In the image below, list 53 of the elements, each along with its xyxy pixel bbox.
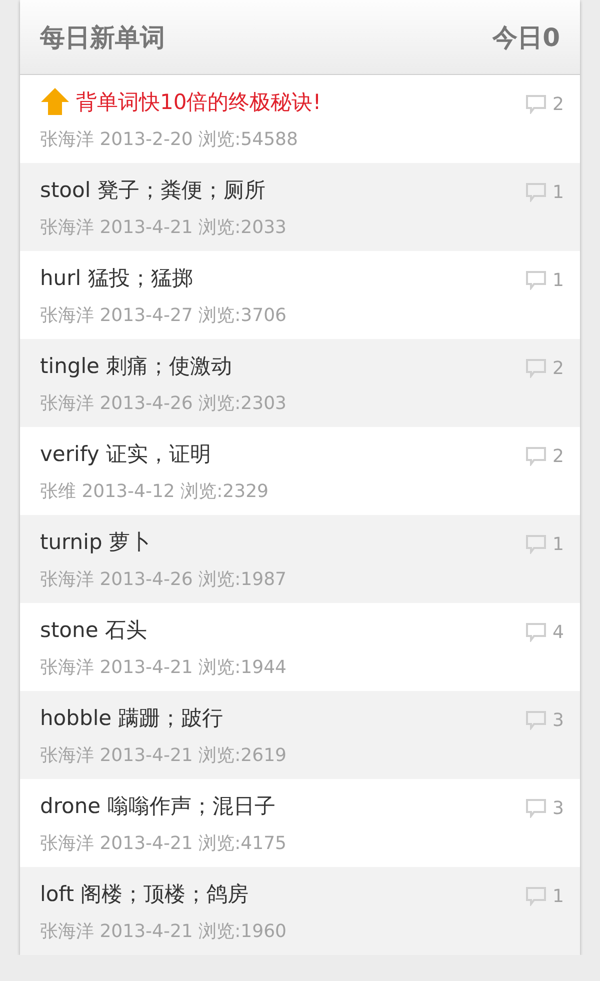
comment-icon bbox=[524, 94, 547, 114]
list-item[interactable]: stone 石头 张海洋 2013-4-21 浏览:1944 4 bbox=[20, 603, 580, 691]
list-item[interactable]: stool 凳子；粪便；厕所 张海洋 2013-4-21 浏览:2033 1 bbox=[20, 163, 580, 251]
post-meta: 张维 2013-4-12 浏览:2329 bbox=[40, 480, 268, 503]
post-title: loft 阁楼；顶楼；鸽房 bbox=[40, 881, 249, 908]
comment-count: 1 bbox=[552, 886, 564, 906]
comment-count: 3 bbox=[552, 710, 564, 730]
list-item[interactable]: loft 阁楼；顶楼；鸽房 张海洋 2013-4-21 浏览:1960 1 bbox=[20, 867, 580, 955]
comment-count: 2 bbox=[552, 446, 564, 466]
post-meta: 张海洋 2013-4-27 浏览:3706 bbox=[40, 304, 286, 327]
post-meta: 张海洋 2013-4-21 浏览:1960 bbox=[40, 920, 286, 943]
post-title: 背单词快10倍的终极秘诀! bbox=[76, 89, 322, 116]
post-meta: 张海洋 2013-2-20 浏览:54588 bbox=[40, 128, 299, 151]
post-meta: 张海洋 2013-4-21 浏览:2619 bbox=[40, 744, 286, 767]
post-title: stool 凳子；粪便；厕所 bbox=[40, 177, 266, 204]
comment-count: 2 bbox=[552, 94, 564, 114]
comment-icon bbox=[524, 710, 547, 730]
comment-count: 1 bbox=[552, 534, 564, 554]
comment-icon bbox=[524, 798, 547, 818]
comment-icon bbox=[524, 358, 547, 378]
list-item[interactable]: 背单词快10倍的终极秘诀! 张海洋 2013-2-20 浏览:54588 2 bbox=[20, 75, 580, 163]
comment-icon bbox=[524, 270, 547, 290]
today-count: 今日0 bbox=[492, 22, 560, 54]
comment-icon bbox=[524, 886, 547, 906]
post-meta: 张海洋 2013-4-21 浏览:2033 bbox=[40, 216, 286, 239]
post-title: tingle 刺痛；使激动 bbox=[40, 353, 232, 380]
post-title: drone 嗡嗡作声；混日子 bbox=[40, 793, 276, 820]
comment-count: 4 bbox=[552, 622, 564, 642]
post-title: stone 石头 bbox=[40, 617, 147, 644]
post-meta: 张海洋 2013-4-26 浏览:2303 bbox=[40, 392, 286, 415]
comment-icon bbox=[524, 446, 547, 466]
list-item[interactable]: turnip 萝卜 张海洋 2013-4-26 浏览:1987 1 bbox=[20, 515, 580, 603]
page-title: 每日新单词 bbox=[40, 22, 165, 54]
comment-icon bbox=[524, 622, 547, 642]
post-title: verify 证实，证明 bbox=[40, 441, 211, 468]
post-meta: 张海洋 2013-4-21 浏览:1944 bbox=[40, 656, 286, 679]
list-item[interactable]: hobble 蹒跚；跛行 张海洋 2013-4-21 浏览:2619 3 bbox=[20, 691, 580, 779]
post-meta: 张海洋 2013-4-21 浏览:4175 bbox=[40, 832, 286, 855]
post-title: hobble 蹒跚；跛行 bbox=[40, 705, 224, 732]
up-arrow-icon bbox=[40, 87, 70, 117]
comment-count: 1 bbox=[552, 182, 564, 202]
list-item[interactable]: drone 嗡嗡作声；混日子 张海洋 2013-4-21 浏览:4175 3 bbox=[20, 779, 580, 867]
list-item[interactable]: tingle 刺痛；使激动 张海洋 2013-4-26 浏览:2303 2 bbox=[20, 339, 580, 427]
post-meta: 张海洋 2013-4-26 浏览:1987 bbox=[40, 568, 286, 591]
comment-count: 3 bbox=[552, 798, 564, 818]
list-item[interactable]: verify 证实，证明 张维 2013-4-12 浏览:2329 2 bbox=[20, 427, 580, 515]
comment-icon bbox=[524, 534, 547, 554]
post-title: turnip 萝卜 bbox=[40, 529, 151, 556]
comment-icon bbox=[524, 182, 547, 202]
comment-count: 1 bbox=[552, 270, 564, 290]
comment-count: 2 bbox=[552, 358, 564, 378]
list-item[interactable]: hurl 猛投；猛掷 张海洋 2013-4-27 浏览:3706 1 bbox=[20, 251, 580, 339]
post-title: hurl 猛投；猛掷 bbox=[40, 265, 193, 292]
